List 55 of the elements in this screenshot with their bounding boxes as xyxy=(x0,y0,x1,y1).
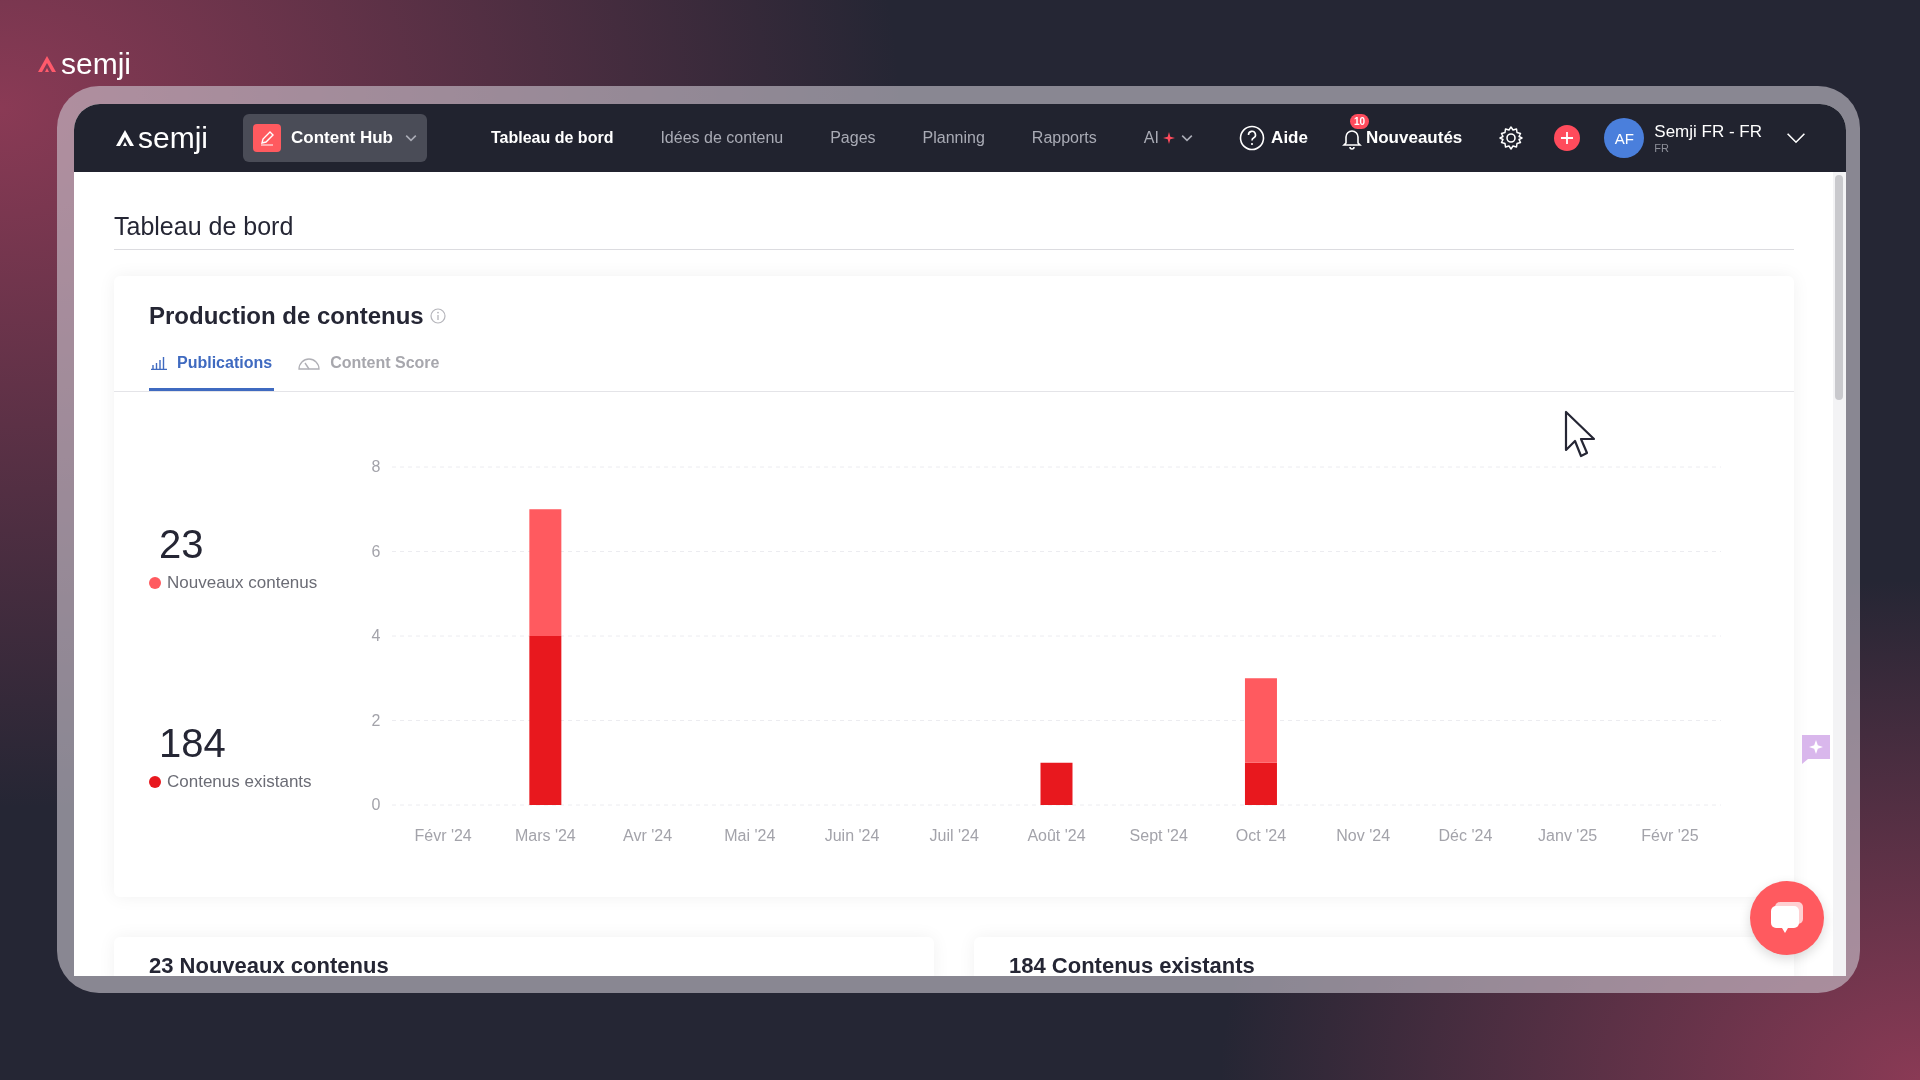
axis-month-label: Oct '24 xyxy=(1235,827,1287,844)
info-icon[interactable] xyxy=(429,308,446,324)
axis-month-label: Juil '24 xyxy=(929,827,979,844)
axis-month-label: Avr '24 xyxy=(623,827,673,844)
logo-icon xyxy=(37,55,57,73)
brand-name: semji xyxy=(61,47,131,81)
notification-badge: 10 xyxy=(1349,114,1370,129)
pencil-icon xyxy=(253,124,281,152)
app-logo-text[interactable]: semji xyxy=(138,121,208,155)
page-title: Tableau de bord xyxy=(114,212,295,241)
nav-link[interactable]: Tableau de bord xyxy=(491,129,614,147)
user-avatar[interactable]: AF xyxy=(1604,118,1645,158)
legend-label: Contenus existants xyxy=(167,772,312,792)
account-name[interactable]: Semji FR - FR xyxy=(1654,122,1762,142)
axis-month-label: Sept '24 xyxy=(1129,827,1188,844)
axis-month-label: Nov '24 xyxy=(1336,827,1391,844)
nav-link[interactable]: Pages xyxy=(830,129,876,147)
axis-tick-label: 4 xyxy=(371,627,381,644)
axis-month-label: Août '24 xyxy=(1027,827,1086,844)
stat-value: 23 xyxy=(158,522,205,567)
axis-month-label: Déc '24 xyxy=(1438,827,1493,844)
axis-month-label: Janv '25 xyxy=(1538,827,1598,844)
legend-label: Nouveaux contenus xyxy=(167,573,318,593)
axis-month-label: Févr '24 xyxy=(414,827,472,844)
scrollbar-thumb[interactable] xyxy=(1835,175,1843,400)
axis-month-label: Mars '24 xyxy=(514,827,576,844)
workspace-dropdown[interactable]: Content Hub xyxy=(243,114,427,162)
logo-icon xyxy=(115,129,135,147)
section-title: 184 Contenus existants xyxy=(1009,953,1256,976)
settings-icon[interactable] xyxy=(1498,125,1525,151)
bar-chart-icon xyxy=(151,356,167,370)
axis-tick-label: 8 xyxy=(371,458,381,475)
card-title: Production de contenus xyxy=(149,302,424,330)
gauge-icon xyxy=(298,356,321,370)
account-locale: FR xyxy=(1654,142,1670,154)
section-title: 23 Nouveaux contenus xyxy=(149,953,390,976)
nav-link[interactable]: Idées de contenu xyxy=(660,129,784,147)
scrollbar-track[interactable] xyxy=(1833,172,1846,976)
sparkle-icon xyxy=(1162,132,1175,144)
help-icon xyxy=(1239,125,1266,151)
axis-tick-label: 0 xyxy=(371,796,381,813)
axis-tick-label: 2 xyxy=(371,711,381,729)
tab[interactable]: Publications xyxy=(149,354,275,391)
help-link[interactable]: Aide xyxy=(1239,125,1308,151)
axis-month-label: Juin '24 xyxy=(824,827,880,844)
news-link[interactable]: Nouveautés xyxy=(1339,126,1463,150)
add-icon[interactable] xyxy=(1554,125,1581,151)
stat-value: 184 xyxy=(158,721,227,766)
axis-month-label: Févr '25 xyxy=(1641,827,1699,844)
ai-menu[interactable]: AI xyxy=(1143,129,1195,147)
axis-month-label: Mai '24 xyxy=(724,827,776,844)
nav-link[interactable]: Planning xyxy=(922,129,985,147)
axis-tick-label: 6 xyxy=(371,542,381,560)
chart-bar xyxy=(1040,762,1073,805)
nav-link[interactable]: Rapports xyxy=(1031,129,1097,147)
